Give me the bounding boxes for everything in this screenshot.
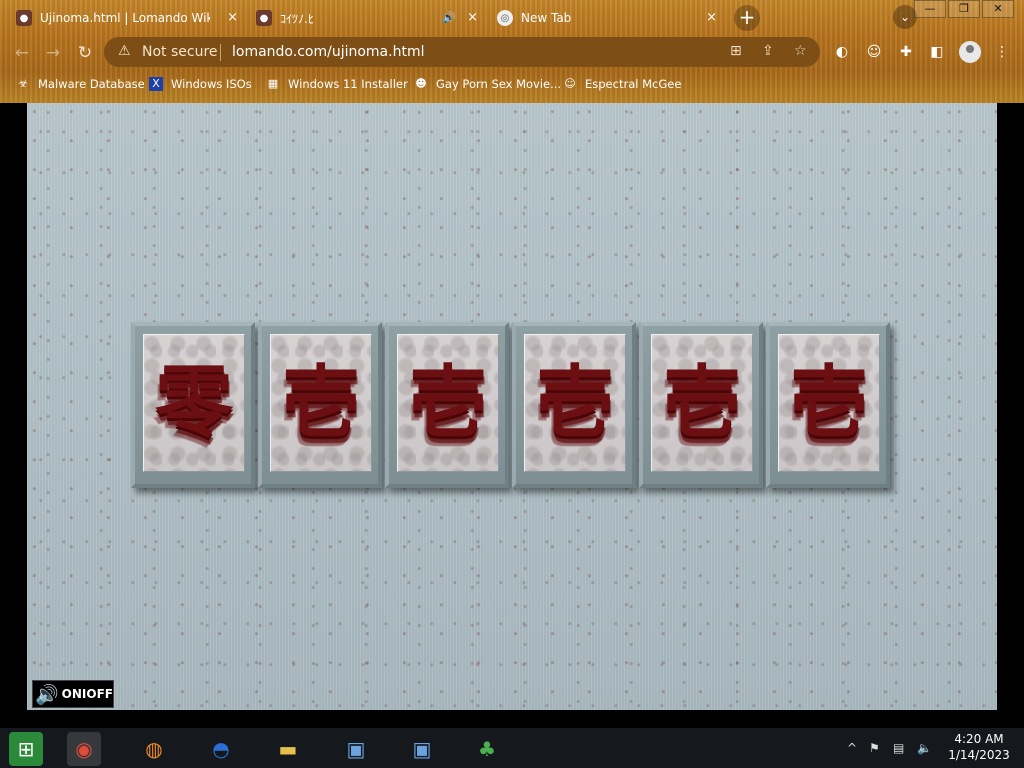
kanji-glyph: 壱: [535, 357, 614, 448]
network-icon[interactable]: ▤: [893, 741, 904, 755]
system-clock[interactable]: 4:20 AM 1/14/2023: [944, 731, 1014, 763]
volume-icon[interactable]: 🔈: [917, 741, 932, 755]
bookmark-windows-isos[interactable]: X Windows ISOs: [149, 75, 252, 93]
tab-title: New Tab: [521, 11, 572, 25]
tab-koitsuno[interactable]: ● ｺｲﾂﾉ.ﾋ 🔊 ×: [256, 4, 486, 32]
tab-close-icon[interactable]: ×: [706, 10, 717, 25]
menu-icon[interactable]: ⋮: [992, 42, 1012, 62]
start-button[interactable]: ⊞: [9, 732, 43, 766]
tile-4[interactable]: 壱: [639, 322, 763, 488]
translate-icon[interactable]: ⊞: [730, 43, 742, 59]
biohazard-icon: ☣: [18, 77, 28, 90]
warning-icon[interactable]: ⚠: [118, 43, 131, 59]
forward-button[interactable]: →: [40, 40, 66, 66]
reload-button[interactable]: ↻: [72, 40, 98, 66]
kanji-glyph: 零: [154, 357, 233, 448]
share-icon[interactable]: ⇪: [762, 43, 774, 59]
emoji-icon: ☻: [415, 77, 427, 90]
speaker-icon[interactable]: 🔊: [442, 11, 456, 24]
kanji-glyph: 壱: [789, 357, 868, 448]
tile-1[interactable]: 壱: [258, 322, 382, 488]
bookmark-malware-database[interactable]: ☣ Malware Database: [16, 75, 145, 93]
tile-face: 壱: [270, 334, 372, 472]
clock-date: 1/14/2023: [948, 748, 1010, 762]
bookmark-label: Malware Database: [38, 77, 145, 91]
anime-favicon-icon: ●: [256, 10, 272, 26]
anime-favicon-icon: ●: [16, 10, 32, 26]
kanji-glyph: 壱: [281, 357, 360, 448]
tile-face: 壱: [778, 334, 880, 472]
back-button[interactable]: ←: [9, 40, 35, 66]
tile-face: 零: [143, 334, 245, 472]
network-app-taskbar-icon[interactable]: ♣: [470, 732, 504, 766]
sound-toggle-label: ONIOFF: [61, 687, 113, 701]
remote-desktop-taskbar-icon[interactable]: ▣: [405, 732, 439, 766]
tab-title: Ujinoma.html | Lomando Wiki | Fa: [40, 11, 210, 25]
speaker-icon: 🔊: [35, 683, 59, 706]
tile-3[interactable]: 壱: [512, 322, 636, 488]
tab-close-icon[interactable]: ×: [467, 10, 478, 25]
extension-face-icon[interactable]: ☺: [864, 42, 884, 62]
tab-ujinoma[interactable]: ● Ujinoma.html | Lomando Wiki | Fa ×: [16, 4, 246, 32]
clock-time: 4:20 AM: [954, 732, 1004, 746]
tray-chevron-icon[interactable]: ^: [847, 741, 857, 755]
action-center-flag-icon[interactable]: ⚑: [869, 741, 880, 755]
picture-icon: ▦: [267, 77, 279, 90]
sound-toggle-button[interactable]: 🔊 ONIOFF: [32, 680, 114, 708]
close-window-button[interactable]: ✕: [982, 0, 1014, 18]
bookmark-label: Windows 11 Installer: [288, 77, 408, 91]
chrome-favicon-icon: ◎: [497, 10, 513, 26]
tab-new-tab[interactable]: ◎ New Tab ×: [497, 4, 725, 32]
maximize-button[interactable]: ❐: [948, 0, 980, 18]
security-label[interactable]: Not secure: [142, 44, 218, 60]
bookmark-star-icon[interactable]: ☆: [794, 43, 807, 59]
tile-5[interactable]: 壱: [766, 322, 890, 488]
bookmark-movie[interactable]: ☻ Gay Porn Sex Movie...: [414, 75, 561, 93]
tab-title: ｺｲﾂﾉ.ﾋ: [280, 11, 314, 26]
tile-face: 壱: [397, 334, 499, 472]
kanji-glyph: 壱: [408, 357, 487, 448]
x-icon: X: [149, 77, 163, 91]
side-panel-icon[interactable]: ◧: [927, 42, 947, 62]
tile-face: 壱: [651, 334, 753, 472]
puzzle-icon[interactable]: ✚: [896, 42, 916, 62]
firefox-taskbar-icon[interactable]: ◍: [137, 732, 171, 766]
bookmark-label: Windows ISOs: [171, 77, 252, 91]
extension-flag-icon[interactable]: ◐: [832, 42, 852, 62]
window-controls: — ❐ ✕: [912, 0, 1014, 18]
bookmark-windows-11-installer[interactable]: ▦ Windows 11 Installer: [266, 75, 408, 93]
tile-2[interactable]: 壱: [385, 322, 509, 488]
chrome-taskbar-icon[interactable]: ◉: [67, 732, 101, 766]
bookmark-label: Gay Porn Sex Movie...: [436, 77, 562, 91]
minimize-button[interactable]: —: [914, 0, 946, 18]
page-content: 零 壱 壱 壱 壱 壱: [27, 103, 997, 710]
remote-desktop-taskbar-icon[interactable]: ▣: [339, 732, 373, 766]
tile-row: 零 壱 壱 壱 壱 壱: [131, 322, 895, 488]
tile-0[interactable]: 零: [131, 322, 255, 488]
obama-logo-taskbar-icon[interactable]: ◓: [204, 732, 238, 766]
profile-avatar[interactable]: [959, 41, 981, 63]
new-tab-button[interactable]: +: [734, 5, 760, 31]
url-text[interactable]: lomando.com/ujinoma.html: [232, 44, 424, 60]
divider: [220, 44, 221, 61]
address-bar[interactable]: ⚠ Not secure lomando.com/ujinoma.html ⊞ …: [104, 37, 820, 67]
file-explorer-taskbar-icon[interactable]: ▬: [271, 732, 305, 766]
browser-chrome: ● Ujinoma.html | Lomando Wiki | Fa × ● ｺ…: [0, 0, 1024, 103]
bookmark-label: Espectral McGee: [585, 77, 682, 91]
bookmark-espectral-mcgee[interactable]: ☺ Espectral McGee: [563, 75, 681, 93]
avatar-icon: ☺: [564, 77, 576, 90]
tab-close-icon[interactable]: ×: [227, 10, 238, 25]
kanji-glyph: 壱: [662, 357, 741, 448]
tile-face: 壱: [524, 334, 626, 472]
